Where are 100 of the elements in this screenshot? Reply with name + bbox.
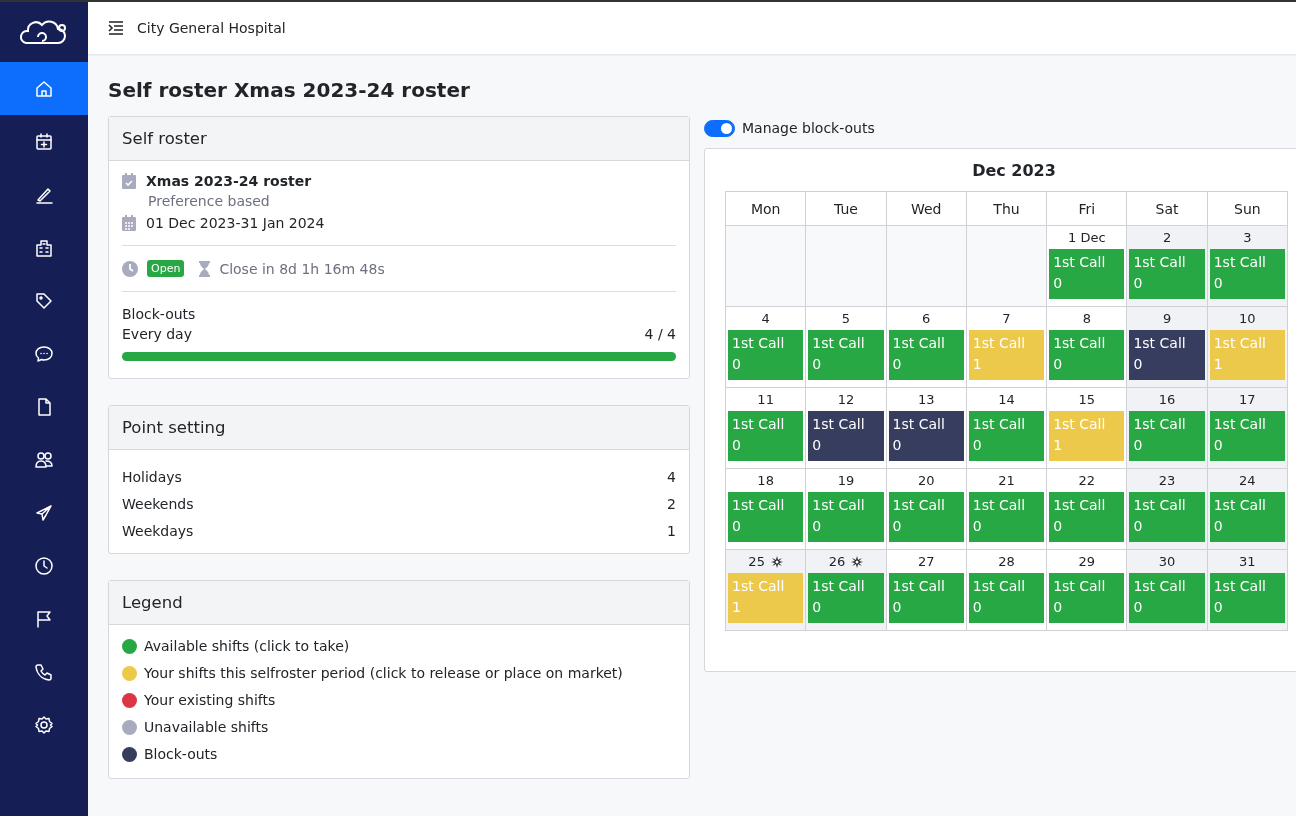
day-number: 26 — [828, 554, 846, 569]
shift-block[interactable]: 1st Call 0 — [1129, 411, 1205, 461]
day-number: 8 — [1082, 311, 1091, 326]
legend-label: Your existing shifts — [144, 692, 276, 708]
shift-block[interactable]: 1st Call 0 — [808, 411, 884, 461]
shift-block[interactable]: 1st Call 0 — [808, 492, 884, 542]
day-number: 27 — [917, 554, 935, 569]
day-number: 17 — [1239, 392, 1256, 407]
day-number: 6 — [922, 311, 931, 326]
calendar-month: Dec 2023 — [971, 161, 1057, 180]
day-number: 18 — [757, 473, 774, 488]
day-number: 7 — [1002, 311, 1011, 326]
day-number: 11 — [757, 392, 774, 407]
clock-icon — [34, 555, 54, 576]
day-number: 5 — [841, 311, 851, 326]
card-header: Self roster — [109, 117, 689, 161]
day-number: 15 — [1078, 392, 1096, 407]
day-number: 24 — [1239, 473, 1256, 488]
roster-dates: 01 Dec 2023-31 Jan 2024 — [146, 215, 325, 231]
weekday-header: Sun — [1207, 191, 1288, 226]
day-number: 4 — [761, 311, 770, 326]
shift-block[interactable]: 1st Call 0 — [968, 492, 1045, 542]
day-number: 30 — [1158, 554, 1176, 569]
star-icon — [770, 555, 783, 568]
weekday-header: Fri — [1046, 191, 1127, 226]
day-number: 2 — [1162, 230, 1172, 245]
weekday-header: Wed — [886, 191, 967, 226]
day-number: 29 — [1078, 554, 1096, 569]
shift-block[interactable]: 1st Call 0 — [1129, 492, 1205, 542]
shift-block[interactable]: 1st Call 0 — [888, 573, 964, 623]
shift-block[interactable]: 1st Call 0 — [728, 492, 804, 542]
day-number: 22 — [1078, 473, 1096, 488]
shift-block[interactable]: 1st Call 1 — [1209, 330, 1285, 380]
shift-block[interactable]: 1st Call 0 — [1209, 573, 1285, 623]
settings-icon — [34, 714, 54, 735]
weekday-header: Tue — [805, 191, 887, 226]
shift-block[interactable]: 1st Call 0 — [728, 330, 804, 380]
calendar-check-icon — [122, 173, 136, 189]
plane-icon — [34, 502, 54, 523]
day-number: 23 — [1158, 473, 1176, 488]
day-number: 3 — [1243, 230, 1252, 245]
point-label: Holidays — [122, 468, 182, 487]
calendar-plus-icon — [34, 131, 54, 152]
card-header: Point setting — [109, 406, 689, 450]
shift-block[interactable]: 1st Call 0 — [1049, 573, 1125, 623]
point-label: Weekdays — [122, 522, 194, 541]
page-title: Self roster Xmas 2023-24 roster — [108, 78, 471, 102]
shift-block[interactable]: 1st Call 0 — [1209, 492, 1285, 542]
shift-block[interactable]: 1st Call 0 — [888, 492, 964, 542]
day-number: 28 — [998, 554, 1015, 569]
legend-label: Available shifts (click to take) — [144, 638, 350, 654]
star-icon — [851, 555, 864, 568]
weekday-header: Sat — [1126, 191, 1208, 226]
hourglass-icon — [199, 260, 211, 277]
shift-block[interactable]: 1st Call 0 — [1049, 330, 1125, 380]
day-number: 19 — [837, 473, 855, 488]
day-number: 13 — [917, 392, 935, 407]
day-number: 14 — [998, 392, 1015, 407]
shift-block[interactable]: 1st Call 0 — [1209, 411, 1285, 461]
countdown-text: Close in 8d 1h 16m 48s — [219, 260, 385, 277]
shift-block[interactable]: 1st Call 1 — [1049, 411, 1125, 461]
point-value: 1 — [667, 522, 676, 541]
shift-block[interactable]: 1st Call 0 — [1049, 249, 1125, 299]
building-icon — [34, 237, 54, 258]
shift-block[interactable]: 1st Call 1 — [728, 573, 804, 623]
chat-icon — [34, 343, 54, 364]
clock-icon — [122, 260, 138, 277]
shift-block[interactable]: 1st Call 0 — [808, 330, 884, 380]
day-number: 21 — [998, 473, 1015, 488]
day-number: 16 — [1158, 392, 1176, 407]
shift-block[interactable]: 1st Call 0 — [1129, 249, 1205, 299]
day-number: 12 — [837, 392, 855, 407]
day-number: 31 — [1239, 554, 1256, 569]
shift-block[interactable]: 1st Call 0 — [888, 411, 964, 461]
shift-block[interactable]: 1st Call 0 — [888, 330, 964, 380]
shift-block[interactable]: 1st Call 0 — [968, 411, 1045, 461]
legend-label: Block-outs — [144, 746, 218, 762]
weekday-header: Mon — [725, 191, 806, 226]
users-icon — [34, 449, 54, 470]
toggle-switch[interactable] — [704, 119, 735, 137]
shift-block[interactable]: 1st Call 0 — [1209, 249, 1285, 299]
day-number: 1 Dec — [1068, 230, 1106, 245]
shift-block[interactable]: 1st Call 0 — [808, 573, 884, 623]
shift-block[interactable]: 1st Call 0 — [728, 411, 804, 461]
point-value: 4 — [667, 468, 676, 487]
organization-name: City General Hospital — [137, 20, 286, 36]
home-icon — [34, 78, 54, 99]
blockouts-count: 4 / 4 — [644, 326, 676, 342]
shift-block[interactable]: 1st Call 0 — [1129, 330, 1205, 380]
menu-icon[interactable] — [108, 21, 124, 35]
status-badge: Open — [147, 260, 185, 277]
shift-block[interactable]: 1st Call 0 — [1049, 492, 1125, 542]
shift-block[interactable]: 1st Call 0 — [968, 573, 1045, 623]
shift-block[interactable]: 1st Call 0 — [1129, 573, 1205, 623]
roster-name: Xmas 2023-24 roster — [146, 173, 312, 189]
day-number: 25 — [748, 554, 765, 569]
tag-icon — [34, 290, 54, 311]
day-number: 10 — [1239, 311, 1256, 326]
shift-block[interactable]: 1st Call 1 — [968, 330, 1045, 380]
day-number: 20 — [917, 473, 935, 488]
